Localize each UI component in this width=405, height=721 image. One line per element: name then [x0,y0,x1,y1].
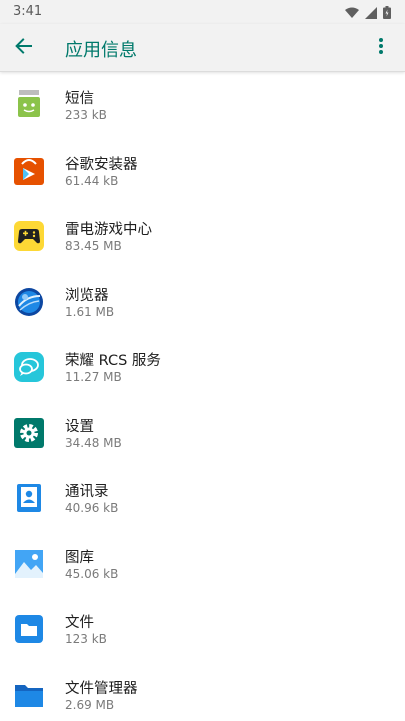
list-item[interactable]: 通讯录 40.96 kB [0,466,405,532]
app-name: 通讯录 [65,484,109,500]
list-item[interactable]: 文件管理器 2.69 MB [0,663,405,721]
app-name: 文件 [65,615,94,631]
app-name: 谷歌安装器 [65,156,138,173]
list-item[interactable]: 图库 45.06 kB [0,532,405,598]
browser-icon [13,286,45,318]
battery-icon [383,4,391,23]
app-size: 123 kB [65,632,107,646]
list-item[interactable]: 谷歌安装器 61.44 kB [0,139,405,205]
app-name: 图库 [65,549,94,566]
app-name: 文件管理器 [65,680,138,697]
app-size: 40.96 kB [65,501,119,515]
sms-icon [13,89,45,121]
app-name: 荣耀 RCS 服务 [65,353,161,369]
app-size: 11.27 MB [65,370,122,384]
game-center-icon [13,220,45,252]
list-item[interactable]: 设置 34.48 MB [0,401,405,467]
wifi-icon [345,4,359,23]
app-bar: 应用信息 [0,24,405,72]
settings-icon [13,417,45,449]
app-name: 短信 [65,91,94,107]
signal-icon [365,4,377,23]
app-name: 雷电游戏中心 [65,222,152,238]
gallery-icon [13,548,45,580]
list-item[interactable]: 雷电游戏中心 83.45 MB [0,204,405,270]
contacts-icon [13,482,45,514]
app-name: 浏览器 [65,287,109,304]
list-item[interactable]: 文件 123 kB [0,597,405,663]
rcs-service-icon [13,351,45,383]
app-name: 设置 [65,418,94,435]
app-size: 2.69 MB [65,697,115,712]
status-bar: 3:41 [0,0,405,24]
list-item[interactable]: 荣耀 RCS 服务 11.27 MB [0,335,405,401]
app-size: 61.44 kB [65,173,119,188]
more-options-button[interactable] [367,34,395,62]
files-icon [13,613,45,645]
status-time: 3:41 [13,4,43,19]
app-size: 45.06 kB [65,566,119,581]
list-item[interactable]: 浏览器 1.61 MB [0,270,405,336]
google-installer-icon [13,155,45,187]
arrow-back-icon [15,37,33,59]
page-title: 应用信息 [65,40,137,61]
status-icons [345,4,391,23]
app-size: 83.45 MB [65,239,122,253]
app-list: 短信 233 kB 谷歌安装器 61.44 kB 雷电游戏中心 83.45 MB… [0,73,405,721]
app-size: 34.48 MB [65,435,122,450]
file-manager-icon [13,679,45,711]
app-size: 233 kB [65,108,107,122]
more-vert-icon [378,37,384,59]
app-size: 1.61 MB [65,304,115,319]
list-item[interactable]: 短信 233 kB [0,73,405,139]
back-button[interactable] [10,34,38,62]
